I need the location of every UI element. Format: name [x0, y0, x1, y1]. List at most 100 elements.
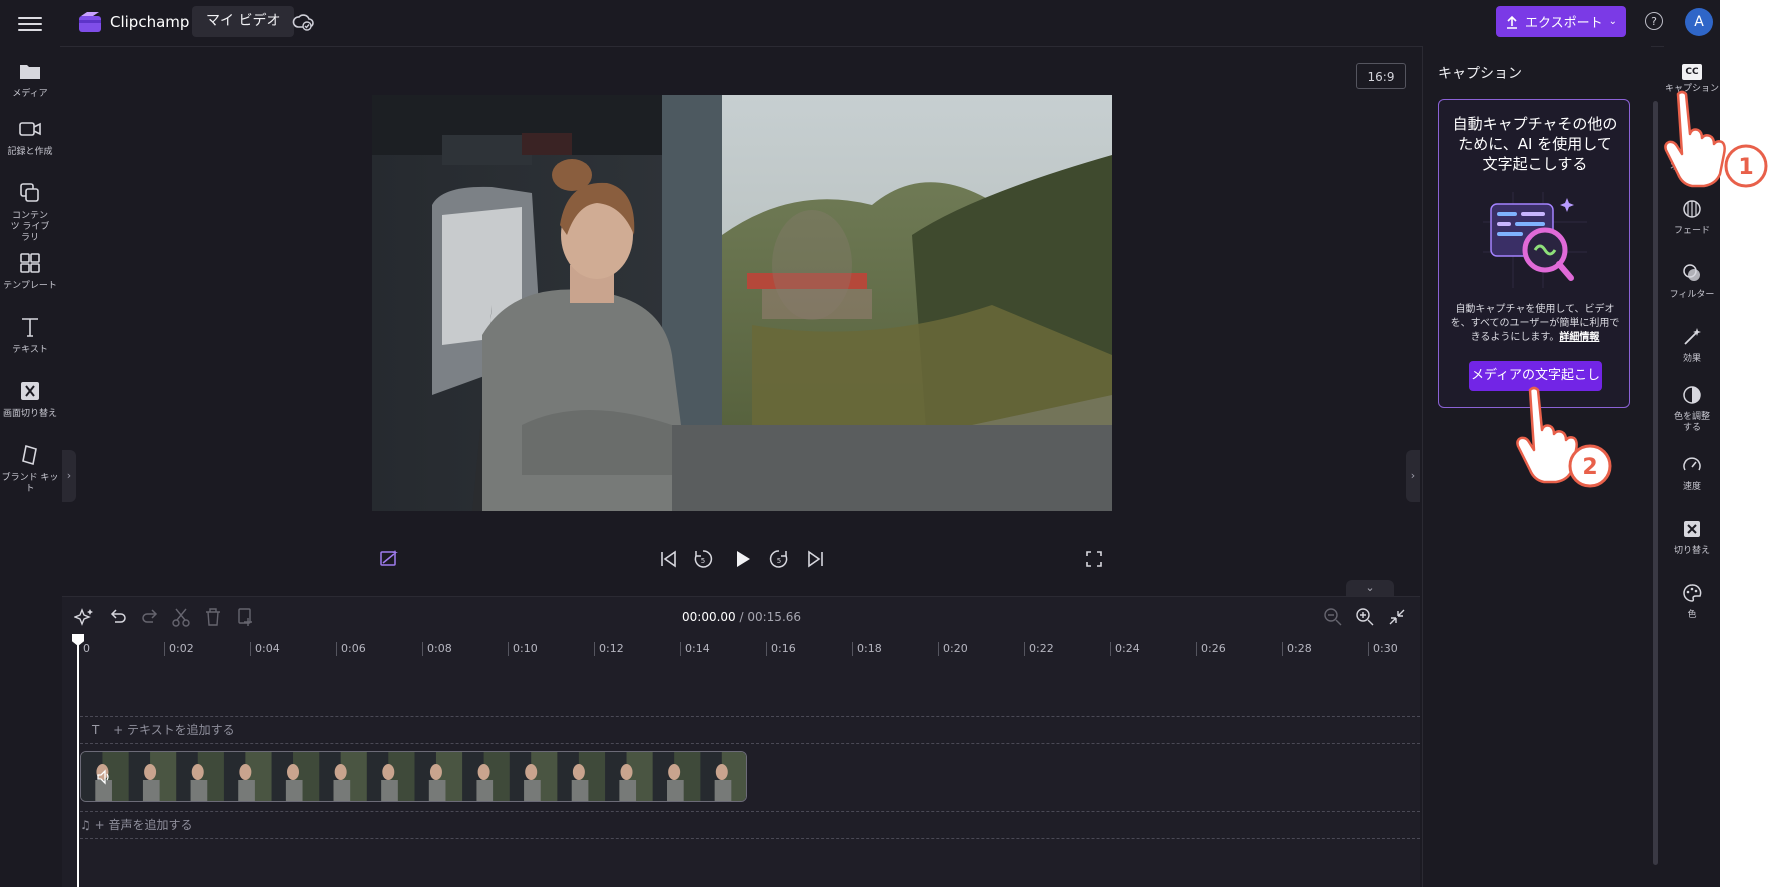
step-1-label: 1 — [1738, 155, 1753, 180]
panel-scrollbar[interactable] — [1653, 101, 1658, 865]
forward-5s-icon[interactable]: 5 — [768, 548, 790, 570]
sidebar-item-media[interactable]: メディア — [0, 60, 60, 100]
add-text-track[interactable]: T + テキストを追加する — [80, 716, 1420, 744]
ruler-tick: 0:22 — [1024, 642, 1054, 656]
collapse-preview-button[interactable]: ⌄ — [1346, 580, 1394, 596]
clip-thumbnail-subject — [287, 764, 300, 780]
sidebar-item-label: 記録と作成 — [7, 147, 53, 157]
clip-thumbnail-subject — [620, 764, 633, 780]
playhead[interactable] — [77, 636, 79, 887]
rail-item-label: 色 — [1687, 610, 1697, 620]
sidebar-item-templates[interactable]: テンプレート — [0, 252, 60, 292]
rail-item-speed[interactable]: 速度 — [1664, 454, 1720, 493]
filter-icon — [1683, 264, 1700, 281]
clipchamp-logo-icon — [79, 12, 101, 32]
brand-kit-icon — [22, 444, 37, 466]
rail-item-effects[interactable]: 効果 — [1664, 326, 1720, 365]
clip-thumbnail-subject — [572, 764, 585, 780]
skip-to-end-icon[interactable] — [805, 548, 827, 570]
fade-icon — [1683, 200, 1701, 218]
timecode: 00:00.00 / 00:15.66 — [682, 610, 801, 624]
collapse-left-panel-button[interactable]: › — [62, 450, 76, 502]
help-icon[interactable]: ? — [1645, 12, 1663, 30]
menu-icon[interactable] — [18, 13, 42, 33]
add-audio-track[interactable]: ♫ + 音声を追加する — [80, 811, 1420, 839]
fit-timeline-icon[interactable] — [1386, 606, 1408, 628]
template-icon — [20, 253, 40, 273]
step-2-label: 2 — [1582, 455, 1597, 480]
redo-icon[interactable] — [139, 606, 161, 628]
project-title-button[interactable]: マイ ビデオ — [192, 6, 295, 37]
volume-icon[interactable] — [95, 768, 113, 786]
rail-item-label: フィルター — [1669, 290, 1715, 300]
sidebar-item-brand-kit[interactable]: ブランド キット — [0, 444, 60, 495]
rail-item-fade[interactable]: フェード — [1664, 198, 1720, 237]
learn-more-link[interactable]: 詳細情報 — [1559, 332, 1599, 343]
ruler-tick: 0:18 — [852, 642, 882, 656]
cloud-sync-icon[interactable] — [292, 12, 314, 32]
promo-description: 自動キャプチャを使用して、ビデオを、すべてのユーザーが簡単に利用できるようにしま… — [1449, 303, 1621, 345]
export-label: エクスポート — [1524, 16, 1603, 31]
clip-thumbnail-subject — [477, 764, 490, 780]
clip-thumbnail-subject — [334, 764, 347, 780]
collapse-right-panel-button[interactable]: › — [1406, 450, 1420, 502]
sidebar-item-transitions[interactable]: 画面切り替え — [0, 380, 60, 420]
clip-thumbnail-subject — [191, 764, 204, 780]
split-icon[interactable] — [170, 606, 192, 628]
duplicate-icon[interactable] — [235, 606, 257, 628]
sidebar-item-record-create[interactable]: 記録と作成 — [0, 118, 60, 158]
add-audio-label: + 音声を追加する — [94, 818, 193, 832]
ai-transcription-illustration — [1483, 192, 1587, 288]
speed-icon — [1683, 457, 1701, 471]
avatar[interactable]: A — [1685, 8, 1713, 36]
rail-item-filters[interactable]: フィルター — [1664, 262, 1720, 301]
ruler-tick: 0:26 — [1196, 642, 1226, 656]
video-clip[interactable] — [80, 751, 747, 802]
rail-item-transitions[interactable]: 切り替え — [1664, 518, 1720, 557]
zoom-in-icon[interactable] — [1354, 606, 1376, 628]
sidebar-item-content-library[interactable]: コンテンツ ライブラリ — [0, 182, 60, 244]
pointer-hand-step2-icon: 2 — [1516, 386, 1612, 488]
play-icon[interactable] — [731, 548, 753, 570]
timeline-ruler[interactable]: 0 0:02 0:04 0:06 0:08 0:10 0:12 0:14 0:1… — [78, 640, 1420, 660]
app-name: Clipchamp — [110, 13, 190, 31]
rail-item-color[interactable]: 色 — [1664, 582, 1720, 621]
clipchamp-editor: Clipchamp マイ ビデオ エクスポート ⌄ ? A メディア 記録と作成… — [0, 0, 1720, 887]
export-button[interactable]: エクスポート ⌄ — [1496, 6, 1626, 37]
sidebar-item-label: 画面切り替え — [2, 409, 57, 419]
clip-thumbnail-subject — [144, 764, 157, 780]
text-icon: T — [92, 723, 100, 737]
skip-to-start-icon[interactable] — [657, 548, 679, 570]
clip-thumbnail-sweater — [381, 780, 398, 801]
sidebar-item-label: テキスト — [12, 345, 48, 355]
zoom-out-icon[interactable] — [1322, 606, 1344, 628]
adjust-colors-icon — [1683, 386, 1701, 404]
rail-item-label: 速度 — [1682, 482, 1701, 492]
ruler-tick: 0:30 — [1368, 642, 1398, 656]
current-time: 00:00.00 — [682, 610, 736, 624]
svg-text:5: 5 — [777, 557, 781, 565]
sidebar-item-text[interactable]: テキスト — [0, 316, 60, 356]
clip-thumbnail-subject — [239, 764, 252, 780]
ruler-tick: 0:14 — [680, 642, 710, 656]
clip-thumbnail-sweater — [667, 780, 684, 801]
rail-item-adjust-colors[interactable]: 色を調整する — [1664, 384, 1720, 434]
aspect-ratio-button[interactable]: 16:9 — [1356, 63, 1406, 89]
rewind-5s-icon[interactable]: 5 — [692, 548, 714, 570]
clip-thumbnail-sweater — [428, 780, 446, 801]
panel-title: キャプション — [1438, 66, 1522, 82]
delete-icon[interactable] — [202, 606, 224, 628]
sidebar-item-label: コンテンツ ライブラリ — [10, 211, 50, 243]
fullscreen-icon[interactable] — [1083, 548, 1105, 570]
undo-icon[interactable] — [107, 606, 129, 628]
ruler-tick: 0:08 — [422, 642, 452, 656]
magic-tools-icon[interactable] — [74, 606, 96, 628]
cc-icon: CC — [1682, 64, 1702, 80]
sidebar-item-label: ブランド キット — [1, 473, 59, 494]
upload-icon — [1506, 15, 1517, 29]
clip-thumbnail-subject — [525, 764, 538, 780]
magic-edit-icon[interactable] — [378, 547, 400, 569]
promo-title: 自動キャプチャその他の ために、AI を使用して 文字起こしする — [1452, 115, 1618, 173]
clip-thumbnail-subject — [715, 764, 728, 780]
total-duration: / 00:15.66 — [739, 610, 802, 624]
